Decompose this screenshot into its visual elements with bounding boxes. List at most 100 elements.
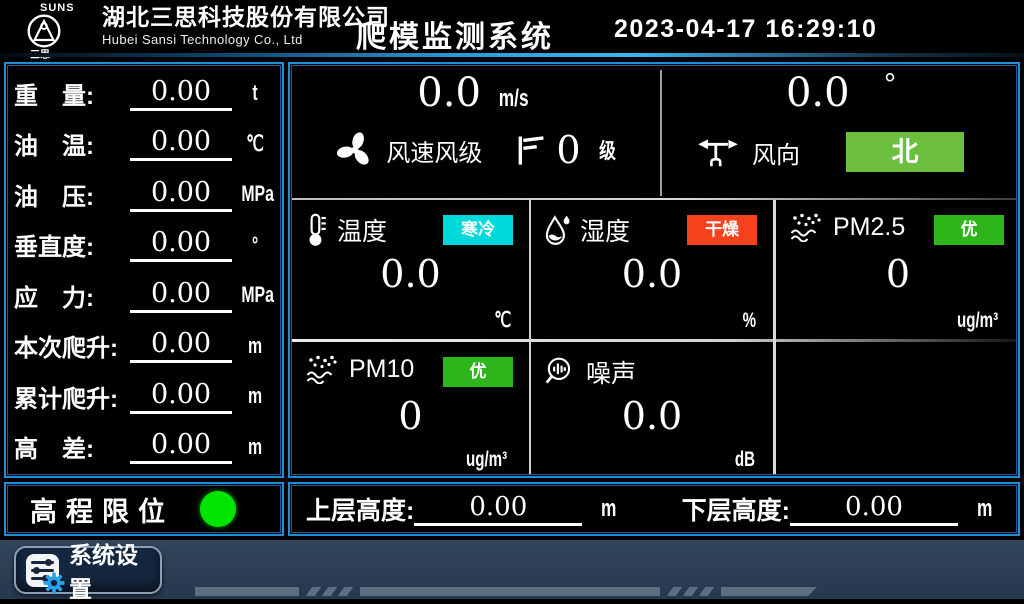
upper-height-unit: m <box>601 495 616 523</box>
sliders-icon <box>26 554 59 587</box>
pm10-value: 0 <box>292 394 529 438</box>
noise-unit: dB <box>735 448 755 472</box>
wind-speed-value: 0.0 <box>417 70 481 116</box>
measurement-label: 重 量: <box>14 76 126 111</box>
lower-height-value: 0.00 <box>790 492 958 526</box>
fan-icon <box>334 129 376 171</box>
lower-height-label: 下层高度: <box>682 491 790 527</box>
pm25-status-badge: 优 <box>934 215 1004 245</box>
measurement-label: 油 温: <box>14 126 126 161</box>
wind-direction-label: 风向 <box>752 135 800 170</box>
company-name: 湖北三思科技股份有限公司 Hubei Sansi Technology Co.,… <box>102 5 390 47</box>
measurement-row-oil-pressure: 油 压: 0.00 MPa <box>14 170 274 218</box>
noise-label: 噪声 <box>586 354 636 390</box>
measurement-unit: MPa <box>241 282 268 308</box>
temperature-value: 0.0 <box>292 252 529 296</box>
measurement-label: 垂直度: <box>14 227 126 262</box>
thermometer-icon <box>304 212 328 248</box>
measurement-value: 0.00 <box>130 328 232 363</box>
measurement-row-verticality: 垂直度: 0.00 ° <box>14 221 274 269</box>
measurement-label: 油 压: <box>14 177 126 212</box>
wind-speed-cell: 0.0 m/s 风速风级 <box>292 66 660 198</box>
wind-direction-value: 0.0 <box>786 70 850 116</box>
measurement-label: 高 差: <box>14 429 126 464</box>
company-name-cn: 湖北三思科技股份有限公司 <box>102 5 390 30</box>
measurement-row-current-climb: 本次爬升: 0.00 m <box>14 322 274 370</box>
header-accent-line <box>0 53 1024 57</box>
settings-button[interactable]: 系统设置 <box>14 546 162 594</box>
wind-direction-unit: ° <box>884 68 896 101</box>
pm10-label: PM10 <box>349 355 414 384</box>
temperature-cell: 温度 寒冷 0.0 ℃ <box>292 200 529 339</box>
page-title: 爬模监测系统 <box>356 12 554 56</box>
wind-level-value: 0 <box>556 128 580 172</box>
measurement-row-oil-temp: 油 温: 0.00 ℃ <box>14 120 274 168</box>
header-bar: SUNS 三思 湖北三思科技股份有限公司 Hubei Sansi Technol… <box>0 0 1024 52</box>
temperature-status-badge: 寒冷 <box>443 215 513 245</box>
wind-level-icon <box>516 132 546 168</box>
upper-height-label: 上层高度: <box>306 491 414 527</box>
humidity-status-badge: 干燥 <box>687 215 757 245</box>
noise-value: 0.0 <box>531 394 773 438</box>
pm25-value: 0 <box>776 252 1020 296</box>
measurement-value: 0.00 <box>130 177 232 212</box>
environment-panel: 0.0 m/s 风速风级 <box>288 62 1020 478</box>
company-name-en: Hubei Sansi Technology Co., Ltd <box>102 32 390 47</box>
dust-icon <box>788 212 824 242</box>
measurement-unit: m <box>241 333 268 359</box>
footer-bar: 系统设置 <box>0 540 1024 599</box>
measurement-unit: m <box>241 383 268 409</box>
lower-height-unit: m <box>977 495 992 523</box>
dust-icon <box>304 354 340 384</box>
measurement-row-total-climb: 累计爬升: 0.00 m <box>14 372 274 420</box>
pm25-unit: ug/m³ <box>957 309 998 333</box>
measurement-row-weight: 重 量: 0.00 t <box>14 69 274 117</box>
measurement-value: 0.00 <box>130 379 232 414</box>
measurement-unit: ° <box>241 232 268 258</box>
humidity-value: 0.0 <box>531 252 773 296</box>
wind-speed-display: 0.0 m/s <box>292 70 660 116</box>
pm10-status-badge: 优 <box>443 357 513 387</box>
upper-height-value: 0.00 <box>414 492 582 526</box>
humidity-unit: % <box>743 309 756 333</box>
temperature-unit: ℃ <box>495 308 512 333</box>
upper-height-group: 上层高度: 0.00 m <box>306 491 620 527</box>
datetime-display: 2023-04-17 16:29:10 <box>614 15 877 44</box>
wind-level-unit: 级 <box>599 135 616 165</box>
measurement-unit: m <box>241 434 268 460</box>
wind-speed-unit: m/s <box>499 85 529 113</box>
measurement-row-height-diff: 高 差: 0.00 m <box>14 423 274 471</box>
pm10-unit: ug/m³ <box>466 448 507 472</box>
measurement-value: 0.00 <box>130 227 232 262</box>
elevation-limit-label: 高程限位 <box>30 490 174 529</box>
wind-vane-icon <box>696 135 740 169</box>
footer-stripes <box>195 587 817 596</box>
measurement-value: 0.00 <box>130 126 232 161</box>
measurement-unit: ℃ <box>241 131 268 157</box>
measurement-row-stress: 应 力: 0.00 MPa <box>14 271 274 319</box>
noise-cell: 噪声 0.0 dB <box>531 342 773 478</box>
company-logo: SUNS 三思 <box>26 2 98 56</box>
measurement-label: 累计爬升: <box>14 379 126 414</box>
measurement-label: 本次爬升: <box>14 328 126 363</box>
measurement-value: 0.00 <box>130 76 232 111</box>
wind-direction-cell: 0.0 ° 风向 北 <box>662 66 1020 198</box>
measurement-unit: MPa <box>241 181 268 207</box>
measurement-value: 0.00 <box>130 429 232 464</box>
droplet-icon <box>543 213 571 247</box>
temperature-label: 温度 <box>337 212 387 248</box>
layer-heights-box: 上层高度: 0.00 m 下层高度: 0.00 m <box>288 482 1020 536</box>
elevation-limit-box: 高程限位 <box>4 482 284 536</box>
lower-height-group: 下层高度: 0.00 m <box>682 491 996 527</box>
wind-direction-display: 0.0 ° <box>662 70 1020 116</box>
measurement-label: 应 力: <box>14 278 126 313</box>
gear-icon <box>43 572 65 594</box>
measurement-unit: t <box>241 80 268 106</box>
measurement-value: 0.00 <box>130 278 232 313</box>
measurement-panel: 重 量: 0.00 t 油 温: 0.00 ℃ 油 压: 0.00 MPa 垂直… <box>4 62 284 478</box>
wind-speed-label: 风速风级 <box>386 133 482 168</box>
sansi-logo-icon <box>26 13 62 49</box>
humidity-label: 湿度 <box>580 212 630 248</box>
wind-direction-badge: 北 <box>846 132 964 172</box>
pm10-cell: PM10 优 0 ug/m³ <box>292 342 529 478</box>
